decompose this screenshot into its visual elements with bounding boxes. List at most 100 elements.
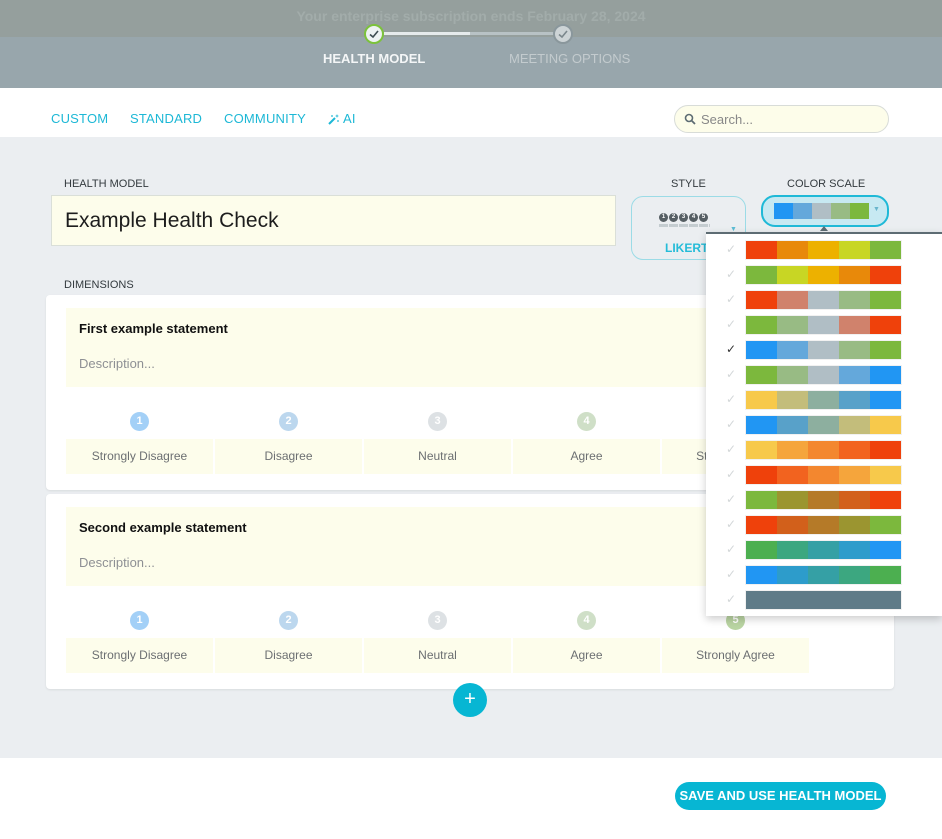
color-swatch [831,203,850,219]
scale-label-input[interactable]: Agree [513,638,660,673]
scale-label-input[interactable]: Neutral [364,638,511,673]
color-swatch [777,341,808,359]
color-swatch [746,566,777,584]
statement-title[interactable]: First example statement [79,321,228,336]
statement-description-input[interactable]: Description... [79,356,155,371]
color-scale-option[interactable]: ✓ [706,414,942,436]
color-swatch [850,203,869,219]
likert-dot: 4 [689,213,698,222]
step-health-model-label[interactable]: HEALTH MODEL [323,51,425,66]
color-scale-bar [745,515,902,535]
check-icon: ✓ [726,242,737,256]
color-swatch [746,241,777,259]
color-swatch [870,441,901,459]
color-swatch [746,491,777,509]
color-swatch [808,541,839,559]
color-scale-option[interactable]: ✓ [706,339,942,361]
color-swatch [808,466,839,484]
color-scale-dropdown: ✓ ✓ ✓ ✓ ✓ ✓ ✓ ✓ ✓ ✓ ✓ ✓ ✓ ✓ ✓ [706,232,942,616]
scale-option: 2 Disagree [215,412,362,488]
likert-preview-icon: 1 2 3 4 5 [659,213,708,222]
color-scale-option[interactable]: ✓ [706,464,942,486]
color-swatch [839,391,870,409]
color-swatch [808,341,839,359]
color-scale-bar [745,440,902,460]
color-scale-bar [745,390,902,410]
color-swatch [808,391,839,409]
color-swatch [839,416,870,434]
color-swatch [777,591,808,609]
add-dimension-button[interactable]: + [453,683,487,717]
color-scale-option[interactable]: ✓ [706,264,942,286]
color-swatch [808,366,839,384]
scale-label-input[interactable]: Strongly Disagree [66,638,213,673]
scale-option: 3 Neutral [364,611,511,687]
color-swatch [839,541,870,559]
color-swatch [870,241,901,259]
step-meeting-options-label[interactable]: MEETING OPTIONS [509,51,630,66]
check-icon: ✓ [726,392,737,406]
color-swatch [808,591,839,609]
color-swatch [777,566,808,584]
color-scale-option[interactable]: ✓ [706,589,942,611]
color-swatch [870,591,901,609]
tab-community[interactable]: COMMUNITY [224,111,306,126]
color-scale-option[interactable]: ✓ [706,364,942,386]
color-swatch [746,291,777,309]
health-model-name-input[interactable]: Example Health Check [51,195,616,246]
color-swatch [808,516,839,534]
tab-custom[interactable]: CUSTOM [51,111,108,126]
color-scale-option[interactable]: ✓ [706,389,942,411]
tab-ai-label: AI [343,111,356,126]
color-swatch [746,516,777,534]
color-scale-option[interactable]: ✓ [706,439,942,461]
color-swatch [777,491,808,509]
color-scale-option[interactable]: ✓ [706,239,942,261]
color-swatch [870,541,901,559]
scale-label-input[interactable]: Agree [513,439,660,474]
color-swatch [808,291,839,309]
color-swatch [839,366,870,384]
scale-label-input[interactable]: Disagree [215,638,362,673]
stepper-progress-line [384,32,470,35]
color-scale-select[interactable]: ▼ [761,195,889,227]
color-swatch [777,316,808,334]
check-icon: ✓ [726,292,737,306]
search-box[interactable] [674,105,889,133]
scale-label-input[interactable]: Disagree [215,439,362,474]
scale-label-input[interactable]: Strongly Agree [662,638,809,673]
check-icon: ✓ [726,592,737,606]
step-health-model-indicator[interactable] [364,24,384,44]
color-swatch [839,466,870,484]
chevron-down-icon: ▼ [873,206,880,213]
likert-dot: 3 [679,213,688,222]
tab-standard[interactable]: STANDARD [130,111,202,126]
tab-ai[interactable]: AI [328,111,356,126]
statement-description-input[interactable]: Description... [79,555,155,570]
check-icon: ✓ [726,442,737,456]
color-swatch [746,366,777,384]
magic-wand-icon [328,113,339,125]
color-swatch [839,516,870,534]
scale-option: 4 Agree [513,412,660,488]
color-scale-option[interactable]: ✓ [706,564,942,586]
color-scale-option[interactable]: ✓ [706,514,942,536]
search-input[interactable] [701,110,881,128]
color-swatch [777,416,808,434]
check-icon: ✓ [726,492,737,506]
color-swatch [793,203,812,219]
scale-option: 1 Strongly Disagree [66,412,213,488]
color-swatch [870,316,901,334]
color-scale-option[interactable]: ✓ [706,289,942,311]
color-swatch [839,241,870,259]
color-scale-option[interactable]: ✓ [706,314,942,336]
color-scale-option[interactable]: ✓ [706,489,942,511]
scale-label-input[interactable]: Neutral [364,439,511,474]
statement-title[interactable]: Second example statement [79,520,247,535]
check-icon: ✓ [726,517,737,531]
save-and-use-button[interactable]: SAVE AND USE HEALTH MODEL [675,782,886,810]
color-scale-option[interactable]: ✓ [706,539,942,561]
step-meeting-options-indicator[interactable] [553,24,573,44]
scale-label-input[interactable]: Strongly Disagree [66,439,213,474]
check-icon: ✓ [726,367,737,381]
